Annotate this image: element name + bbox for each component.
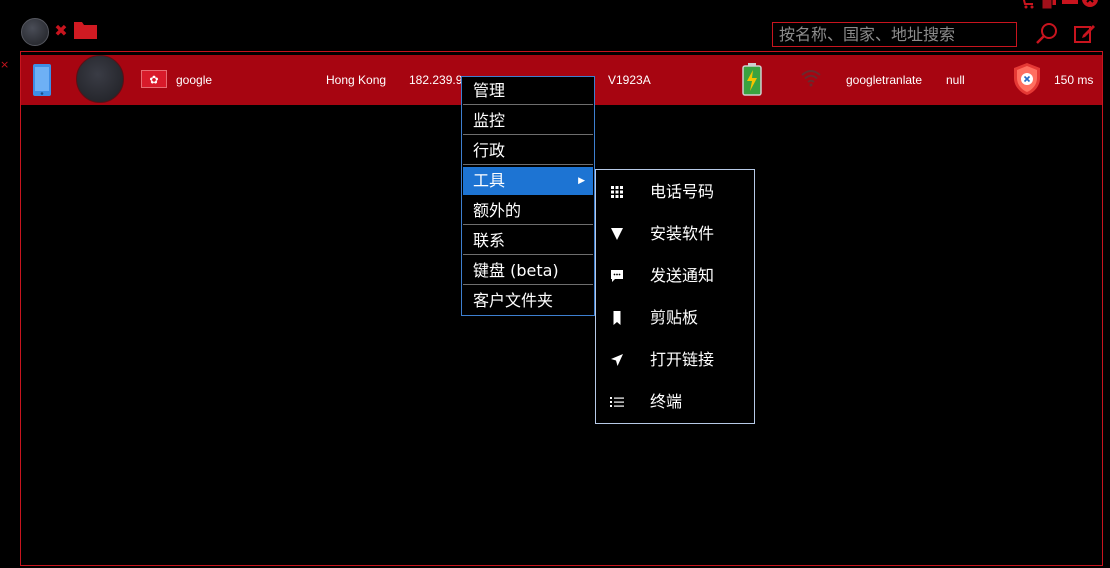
edit-icon[interactable] [1074,22,1096,44]
triangle-down-icon [611,228,623,240]
menu-item-label: 联系 [473,231,506,250]
device-name: googletranlate [846,73,923,87]
menu-item-admin[interactable]: 行政 [463,137,593,165]
app-name: google [176,73,213,87]
window-controls [1010,0,1100,10]
search-input[interactable]: 按名称、国家、地址搜索 [772,22,1017,47]
menu-item-client-folder[interactable]: 客户文件夹 [463,287,593,315]
battery-charging-icon [742,63,762,96]
menu-item-keyboard[interactable]: 键盘 (beta) [463,257,593,285]
bookmark-icon [613,311,621,325]
context-menu: 管理 监控 行政 工具 ▶ 额外的 联系 键盘 (beta) 客户文件夹 [461,76,595,316]
list-icon [610,397,624,407]
menu-item-tools[interactable]: 工具 ▶ [463,167,593,195]
device-status: null [946,73,965,87]
svg-text:✿: ✿ [149,74,158,87]
ip-address: 182.239.9 [409,73,463,87]
ping: 150 ms [1054,73,1094,87]
country: Hong Kong [326,73,387,87]
menu-item-monitor[interactable]: 监控 [463,107,593,135]
submenu-item-send-notification[interactable]: 发送通知 [596,255,754,297]
device-model: V1923A [608,73,651,87]
menu-item-label: 管理 [473,81,506,100]
search-icon[interactable] [1036,22,1058,44]
close-icon[interactable]: ✖ [54,20,68,42]
window-close-icon[interactable] [1082,0,1098,8]
user-avatar[interactable] [21,18,49,46]
submenu-item-label: 安装软件 [650,224,715,243]
edge-marker: × [0,58,10,71]
submenu-item-open-link[interactable]: 打开链接 [596,339,754,381]
menu-item-label: 客户文件夹 [473,291,554,310]
menu-item-contacts[interactable]: 联系 [463,227,593,255]
cart-icon[interactable] [1020,0,1034,9]
submenu-item-label: 发送通知 [650,266,715,285]
submenu-item-phone-numbers[interactable]: 电话号码 [596,171,754,213]
device-avatar [76,55,124,103]
phone-icon [33,64,51,96]
menu-item-label: 额外的 [473,201,522,220]
menu-item-manage[interactable]: 管理 [463,77,593,105]
menu-item-label: 键盘 (beta) [473,261,559,280]
wifi-icon [801,70,821,87]
submenu-item-label: 打开链接 [650,350,715,369]
submenu-item-terminal[interactable]: 终端 [596,381,754,423]
copy-icon[interactable] [1041,0,1056,10]
hong-kong-flag-icon: ✿ [141,70,167,88]
submenu-item-clipboard[interactable]: 剪贴板 [596,297,754,339]
submenu-item-label: 剪贴板 [650,308,699,327]
send-arrow-icon [611,354,623,366]
chat-bubble-icon [611,270,623,282]
submenu-item-label: 终端 [650,392,683,411]
folder-icon[interactable] [74,20,97,39]
shield-icon [1014,63,1040,95]
tools-submenu: 电话号码 安装软件 发送通知 剪贴板 打开链接 终端 [595,169,755,424]
menu-item-label: 工具 [473,171,506,190]
minimize-icon[interactable] [1062,0,1078,8]
submenu-arrow-icon: ▶ [578,176,585,186]
menu-item-extra[interactable]: 额外的 [463,197,593,225]
submenu-item-install-software[interactable]: 安装软件 [596,213,754,255]
menu-item-label: 行政 [473,141,506,160]
submenu-item-label: 电话号码 [650,182,715,201]
menu-item-label: 监控 [473,111,506,130]
grid-icon [611,186,623,198]
